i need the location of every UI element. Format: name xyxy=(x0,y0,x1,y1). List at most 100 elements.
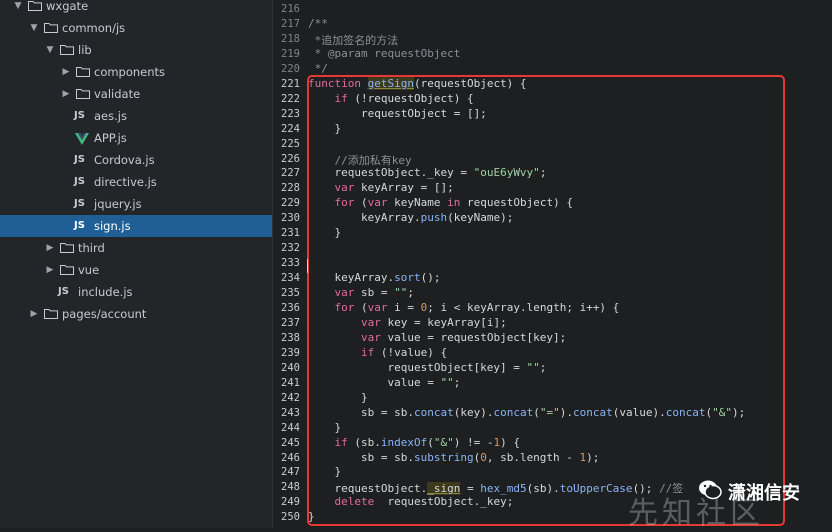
code-editor[interactable]: 216 217 /** 218 *追加签名的方法 219 * @param reques… xyxy=(273,0,832,528)
tree-item[interactable]: APP.js xyxy=(0,127,272,149)
code-line[interactable]: var key = keyArray[i]; xyxy=(308,316,507,329)
line-number: 219 xyxy=(281,47,300,60)
code-line[interactable]: value = ""; xyxy=(308,376,460,389)
line-number: 235 xyxy=(281,287,300,300)
code-line[interactable]: function getSign(requestObject) { xyxy=(308,76,527,90)
code-line[interactable]: sb = sb.concat(key).concat("=").concat(v… xyxy=(308,406,745,419)
code-line[interactable]: requestObject = []; xyxy=(308,107,487,120)
line-number: 222 xyxy=(281,92,300,105)
line-number: 220 xyxy=(281,62,300,75)
code-line[interactable]: requestObject[key] = ""; xyxy=(308,361,546,374)
line-number: 224 xyxy=(281,122,300,135)
code-line[interactable]: } xyxy=(308,465,341,478)
tree-item-label: include.js xyxy=(78,285,133,299)
folder-icon xyxy=(76,66,90,77)
line-number: 230 xyxy=(281,212,300,225)
code-line[interactable]: if (!value) { xyxy=(308,346,447,359)
line-number: 238 xyxy=(281,331,300,344)
line-number: 246 xyxy=(281,451,300,464)
tree-item[interactable]: ▼ lib xyxy=(0,39,272,61)
tree-item-label: vue xyxy=(78,263,100,277)
line-number: 218 xyxy=(281,32,300,45)
code-line[interactable]: requestObject._key = "ouE6yWvy"; xyxy=(308,166,546,179)
tree-item[interactable]: ▼ common/js xyxy=(0,17,272,39)
line-number: 237 xyxy=(281,316,300,329)
code-line[interactable]: /** xyxy=(308,17,328,30)
code-line[interactable]: } xyxy=(308,122,341,135)
folder-icon xyxy=(60,264,74,275)
code-line[interactable]: sb = sb.substring(0, sb.length - 1); xyxy=(308,451,599,464)
line-number: 216 xyxy=(281,3,300,15)
chevron-down-icon[interactable]: ▼ xyxy=(44,39,56,61)
line-number: 231 xyxy=(281,227,300,240)
code-line[interactable]: } xyxy=(308,226,341,239)
tree-item-label: validate xyxy=(94,87,141,101)
code-line[interactable]: */ xyxy=(308,62,328,75)
line-number: 234 xyxy=(281,272,300,285)
tree-item[interactable]: JS aes.js xyxy=(0,105,272,127)
chevron-right-icon[interactable]: ▶ xyxy=(44,237,56,259)
tree-item[interactable]: ▶ third xyxy=(0,237,272,259)
chevron-right-icon[interactable]: ▶ xyxy=(60,83,72,105)
tree-item[interactable]: ▶ validate xyxy=(0,83,272,105)
line-number: 240 xyxy=(281,361,300,374)
folder-icon xyxy=(60,242,74,253)
code-line[interactable]: if (!requestObject) { xyxy=(308,92,474,105)
code-line[interactable]: delete requestObject._key; xyxy=(308,495,514,508)
js-file-icon: JS xyxy=(74,110,85,121)
watermark-brand: 潇湘信安 xyxy=(728,483,800,504)
tree-item[interactable]: ▶ vue xyxy=(0,259,272,281)
chevron-down-icon[interactable]: ▼ xyxy=(28,17,40,39)
watermark: 先知社区 潇湘信安 xyxy=(600,466,832,531)
js-file-icon: JS xyxy=(58,286,69,297)
tree-item[interactable]: JS sign.js xyxy=(0,215,272,237)
chevron-down-icon[interactable]: ▼ xyxy=(12,0,24,17)
line-number: 226 xyxy=(281,152,300,165)
line-number: 245 xyxy=(281,436,300,449)
code-line[interactable]: if (sb.indexOf("&") != -1) { xyxy=(308,436,520,449)
code-line[interactable]: } xyxy=(308,391,368,404)
tree-item-label: components xyxy=(94,65,166,79)
line-number: 233 xyxy=(281,257,300,270)
code-line[interactable]: keyArray.sort(); xyxy=(308,271,440,284)
code-line[interactable]: * @param requestObject xyxy=(308,47,461,60)
tree-item[interactable]: JS include.js xyxy=(0,281,272,303)
chevron-right-icon[interactable]: ▶ xyxy=(44,259,56,281)
chevron-right-icon[interactable]: ▶ xyxy=(28,303,40,325)
tree-item[interactable]: JS directive.js xyxy=(0,171,272,193)
tree-item-label: jquery.js xyxy=(94,197,142,211)
js-file-icon: JS xyxy=(74,220,85,231)
code-line[interactable]: *追加签名的方法 xyxy=(308,32,399,48)
file-tree-sidebar: ▼ wxgate ▼ common/js ▼ lib ▶ components ▶ validat… xyxy=(0,0,273,528)
tree-item[interactable]: ▼ wxgate xyxy=(0,0,272,17)
code-line[interactable]: var keyArray = []; xyxy=(308,181,454,194)
line-number: 228 xyxy=(281,182,300,195)
code-line[interactable]: for (var i = 0; i < keyArray.length; i++… xyxy=(308,301,620,314)
tree-item[interactable]: JS Cordova.js xyxy=(0,149,272,171)
code-line[interactable]: //添加私有key xyxy=(308,152,412,168)
line-number: 242 xyxy=(281,391,300,404)
line-number: 243 xyxy=(281,406,300,419)
tree-item-label: wxgate xyxy=(46,0,89,13)
code-line[interactable]: var value = requestObject[key]; xyxy=(308,331,566,344)
code-line[interactable]: keyArray.push(keyName); xyxy=(308,211,513,224)
code-line[interactable]: var sb = ""; xyxy=(308,286,415,299)
code-line[interactable]: } xyxy=(308,421,341,434)
line-number: 227 xyxy=(281,167,300,180)
folder-icon xyxy=(76,88,90,99)
folder-icon xyxy=(44,22,58,33)
tree-item[interactable]: ▶ pages/account xyxy=(0,303,272,325)
tree-item-label: lib xyxy=(78,43,92,57)
tree-item[interactable]: ▶ components xyxy=(0,61,272,83)
line-number: 236 xyxy=(281,302,300,314)
code-line[interactable]: } xyxy=(308,510,315,523)
tree-item-label: common/js xyxy=(62,21,126,35)
folder-icon xyxy=(28,0,42,11)
tree-item-label: pages/account xyxy=(62,307,147,321)
text-cursor xyxy=(307,259,308,273)
tree-item[interactable]: JS jquery.js xyxy=(0,193,272,215)
chevron-right-icon[interactable]: ▶ xyxy=(60,61,72,83)
line-number: 239 xyxy=(281,346,300,359)
line-number: 225 xyxy=(281,137,300,150)
code-line[interactable]: for (var keyName in requestObject) { xyxy=(308,196,573,209)
